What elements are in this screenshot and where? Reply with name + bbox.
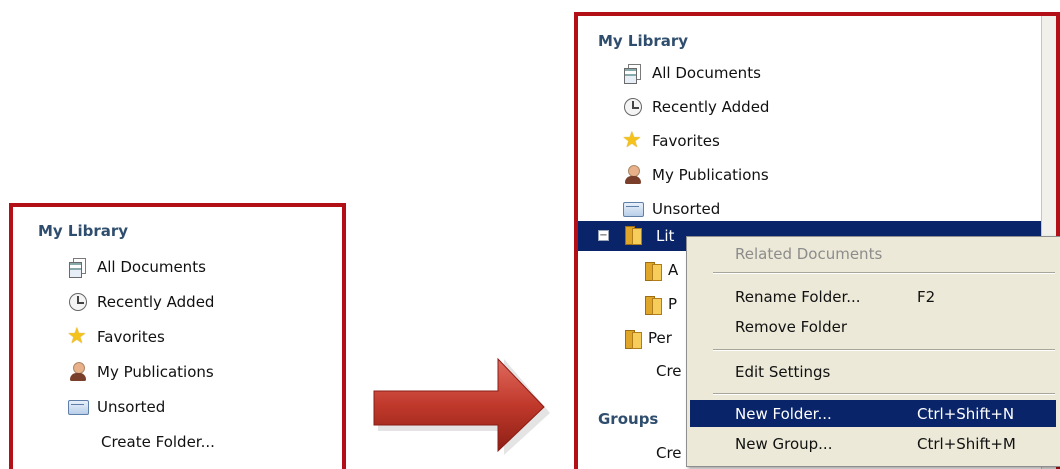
all-documents-icon [622,62,644,84]
menu-item-shortcut: Ctrl+Shift+M [917,435,1016,453]
menu-item-label: Remove Folder [735,318,847,336]
sidebar-item-unsorted[interactable]: Unsorted [622,197,720,221]
menu-item-label: New Folder... [735,405,832,423]
clock-icon [67,291,89,313]
sidebar-item-unsorted[interactable]: Unsorted [67,395,165,419]
subfolder-item[interactable]: A [642,258,678,282]
sidebar-item-my-publications[interactable]: My Publications [67,360,214,384]
menu-item-label: Related Documents [735,245,883,263]
sidebar-item-label: All Documents [97,258,206,276]
subfolder-label: P [668,295,678,313]
sidebar-item-all-documents[interactable]: All Documents [67,255,206,279]
folder-icon [642,293,664,315]
groups-heading: Groups [598,410,659,428]
menu-item-label: New Group... [735,435,833,453]
inbox-icon [67,396,89,418]
menu-separator [713,349,1055,351]
subfolder-label: A [668,261,679,279]
create-folder-link[interactable]: Create Folder... [101,433,215,451]
menu-item-edit-settings[interactable]: Edit Settings [690,358,1056,385]
star-icon: ★ [67,324,87,349]
create-group-link[interactable]: Cre [656,444,682,462]
selected-folder-label: Lit [656,227,675,245]
sidebar-item-label: Recently Added [652,98,770,116]
folder-label: Per [648,329,672,347]
right-arrow-icon [373,357,550,455]
menu-item-new-folder[interactable]: New Folder... Ctrl+Shift+N [690,400,1056,427]
sidebar-item-label: My Publications [652,166,769,184]
menu-item-label: Edit Settings [735,363,831,381]
context-menu: Related Documents Rename Folder... F2 Re… [686,236,1060,467]
menu-separator [713,393,1055,395]
clock-icon [622,96,644,118]
my-library-heading: My Library [38,222,129,240]
create-folder-link[interactable]: Cre [656,362,682,380]
menu-item-shortcut: F2 [917,288,936,306]
folder-icon [642,259,664,281]
sidebar-item-favorites[interactable]: ★ Favorites [67,325,165,349]
sidebar-item-label: All Documents [652,64,761,82]
sidebar-item-label: Unsorted [97,398,166,416]
left-library-panel: My Library All Documents Recently Added … [9,203,346,469]
person-icon [622,164,644,186]
menu-item-rename-folder[interactable]: Rename Folder... F2 [690,283,1056,310]
folder-icon [622,327,644,349]
folder-item[interactable]: Per [622,326,672,350]
inbox-icon [622,198,644,220]
sidebar-item-recently-added[interactable]: Recently Added [67,290,214,314]
sidebar-item-favorites[interactable]: ★ Favorites [622,129,720,153]
menu-item-shortcut: Ctrl+Shift+N [917,405,1015,423]
star-icon: ★ [622,128,642,153]
menu-item-new-group[interactable]: New Group... Ctrl+Shift+M [690,430,1056,457]
sidebar-item-label: Favorites [652,132,720,150]
menu-separator [713,272,1055,274]
menu-item-label: Rename Folder... [735,288,861,306]
sidebar-item-my-publications[interactable]: My Publications [622,163,769,187]
sidebar-item-label: Recently Added [97,293,215,311]
all-documents-icon [67,256,89,278]
sidebar-item-label: Unsorted [652,200,721,218]
menu-item-related-documents[interactable]: Related Documents [690,240,1056,267]
sidebar-item-label: My Publications [97,363,214,381]
sidebar-item-all-documents[interactable]: All Documents [622,61,761,85]
tree-collapse-icon[interactable]: − [598,230,609,241]
sidebar-item-recently-added[interactable]: Recently Added [622,95,769,119]
person-icon [67,361,89,383]
menu-item-remove-folder[interactable]: Remove Folder [690,313,1056,340]
my-library-heading: My Library [598,32,689,50]
sidebar-item-label: Favorites [97,328,165,346]
subfolder-item[interactable]: P [642,292,677,316]
